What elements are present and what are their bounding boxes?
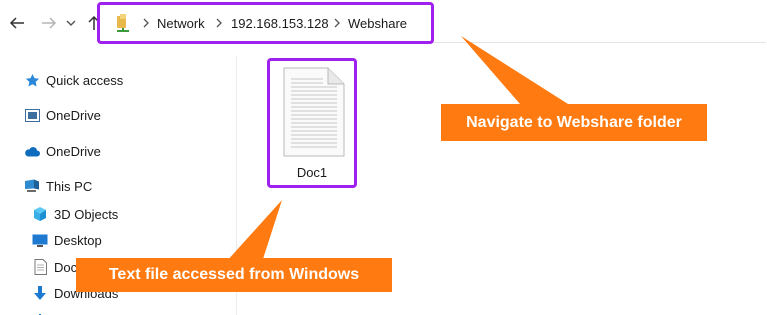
callout-text-file-text: Text file accessed from Windows <box>108 266 360 283</box>
text-file-callout-pointer <box>226 200 282 262</box>
callout-text-file: Text file accessed from Windows <box>76 258 392 292</box>
callout-navigate-text: Navigate to Webshare folder <box>466 113 682 131</box>
callout-navigate: Navigate to Webshare folder <box>441 104 707 141</box>
navigate-callout-pointer <box>461 36 568 104</box>
